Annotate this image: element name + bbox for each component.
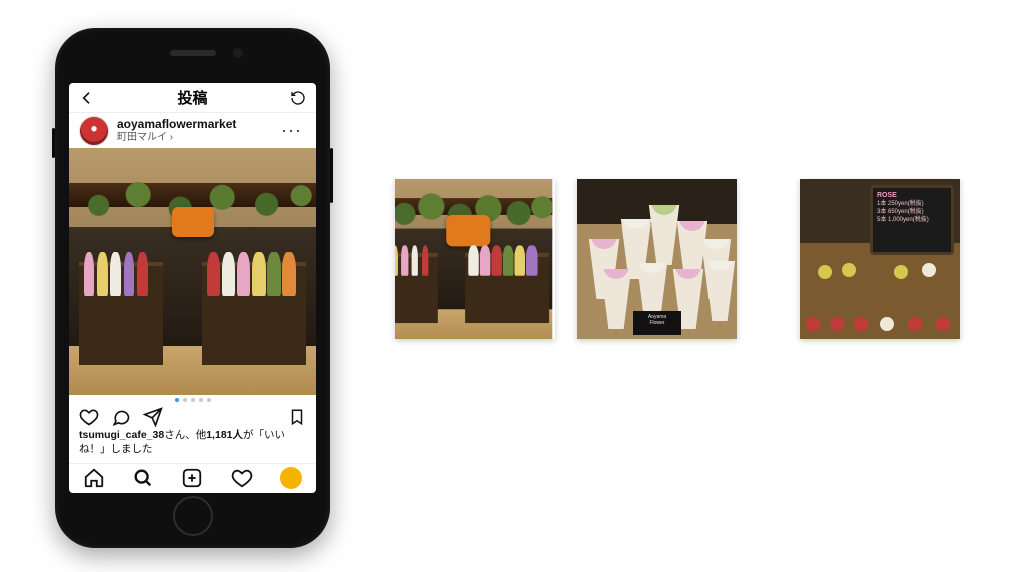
flower-shop-photo — [395, 179, 552, 339]
search-icon[interactable] — [132, 467, 154, 489]
carousel-dot — [175, 398, 179, 402]
caption-user[interactable]: tsumugi_cafe_38 — [79, 429, 164, 441]
gallery-thumb-1 — [395, 179, 555, 339]
header-title: 投稿 — [177, 87, 207, 108]
flower-shop-photo — [69, 148, 316, 395]
carousel-dot — [199, 398, 203, 402]
post-header: aoyamaflowermarket 町田マルイ › ··· — [69, 113, 316, 148]
app-header: 投稿 — [69, 83, 316, 113]
gallery-thumb-3: ROSE 1本 250yen(税抜) 3本 650yen(税抜) 5本 1,00… — [800, 179, 960, 339]
bookmark-icon[interactable] — [288, 407, 306, 427]
carousel-dot — [207, 398, 211, 402]
price-tag: AoyamaFlower — [633, 311, 681, 335]
chalkboard-sign: ROSE 1本 250yen(税抜) 3本 650yen(税抜) 5本 1,00… — [870, 185, 954, 255]
phone-home-button[interactable] — [173, 496, 213, 536]
phone-earpiece — [170, 50, 216, 56]
refresh-icon — [290, 90, 306, 106]
carousel-dot — [191, 398, 195, 402]
post-actions — [69, 406, 316, 429]
back-button[interactable] — [79, 90, 95, 106]
home-icon[interactable] — [83, 467, 105, 489]
carousel-dots — [69, 395, 316, 406]
gallery-thumb-2: AoyamaFlower — [577, 179, 737, 339]
app-screen: 投稿 aoyamaflowermarket 町田マルイ › ··· — [69, 83, 316, 493]
profile-tab[interactable] — [280, 467, 302, 489]
like-icon[interactable] — [79, 407, 99, 427]
comment-icon[interactable] — [111, 407, 131, 427]
post-location[interactable]: 町田マルイ › — [117, 132, 269, 144]
post-more-button[interactable]: ··· — [277, 116, 306, 145]
add-post-icon[interactable] — [181, 467, 203, 489]
bottom-nav — [69, 463, 316, 493]
post-username[interactable]: aoyamaflowermarket — [117, 118, 269, 132]
post-likes-caption: tsumugi_cafe_38さん、他1,181人が「いいね！」しました — [69, 428, 316, 462]
phone-device-frame: 投稿 aoyamaflowermarket 町田マルイ › ··· — [55, 28, 330, 548]
refresh-button[interactable] — [290, 90, 306, 106]
avatar[interactable] — [79, 116, 109, 146]
carousel-dot — [183, 398, 187, 402]
post-image-carousel[interactable] — [69, 148, 316, 395]
phone-front-camera — [233, 48, 243, 58]
chevron-left-icon — [79, 90, 95, 106]
activity-icon[interactable] — [231, 467, 253, 489]
share-icon[interactable] — [143, 407, 163, 427]
